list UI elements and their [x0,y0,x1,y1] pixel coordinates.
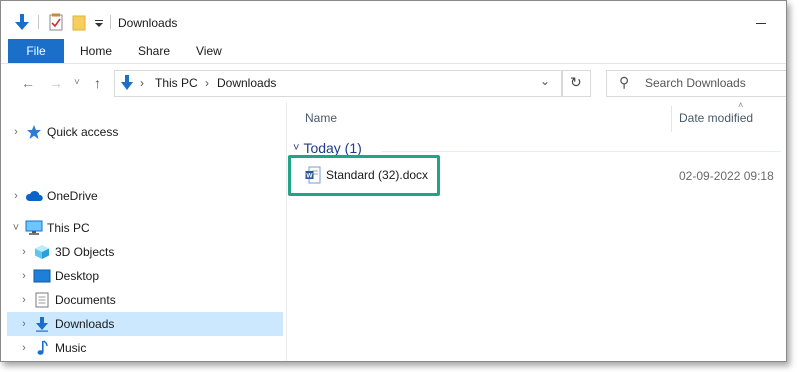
star-icon [25,124,43,140]
breadcrumb-separator-icon: › [140,76,144,90]
tree-item-quick-access[interactable]: › Quick access [7,120,283,144]
properties-icon[interactable] [48,13,64,31]
chevron-down-icon[interactable]: ˅ [7,222,25,234]
search-icon: ⚲ [619,74,630,90]
back-arrow-icon[interactable]: ← [21,75,35,91]
chevron-down-icon[interactable]: ⌄ [540,74,550,88]
computer-icon [25,220,43,236]
chevron-down-icon: ˅ [293,142,300,154]
tree-item-music[interactable]: › Music [15,336,283,360]
chevron-right-icon[interactable]: › [15,270,33,282]
tree-item-label: OneDrive [47,189,98,203]
group-header-today[interactable]: ˅ Today (1) [293,140,362,156]
download-arrow-icon [120,74,134,95]
search-box[interactable]: ⚲ Search Downloads [606,70,786,97]
chevron-right-icon[interactable]: › [15,318,33,330]
minimize-button[interactable] [756,23,766,24]
chevron-right-icon[interactable]: › [15,342,33,354]
up-arrow-icon[interactable]: ↑ [94,75,101,91]
recent-locations-chevron-icon[interactable]: ˅ [74,77,80,88]
breadcrumb-downloads[interactable]: Downloads [217,76,276,90]
tab-file[interactable]: File [8,39,64,63]
chevron-right-icon[interactable]: › [7,190,25,202]
navigation-bar: ← → ˅ ↑ › This PC › Downloads ⌄ ↻ ⚲ Sear… [1,64,786,102]
tree-item-desktop[interactable]: › Desktop [15,264,283,288]
explorer-window: Downloads File Home Share View ← → ˅ ↑ ›… [0,0,787,362]
breadcrumb-this-pc[interactable]: This PC [155,76,198,90]
tree-item-3d-objects[interactable]: › 3D Objects [15,240,283,264]
tab-share[interactable]: Share [138,44,170,58]
desktop-icon [33,268,51,284]
tab-home[interactable]: Home [80,44,112,58]
customize-toolbar-icon[interactable] [94,13,104,31]
search-input[interactable]: Search Downloads [645,76,746,90]
tree-item-onedrive[interactable]: › OneDrive [7,184,283,208]
tree-item-this-pc[interactable]: ˅ This PC [7,216,283,240]
file-list-pane: Name ˄ Date modified ˅ Today (1) W Stand… [287,100,786,361]
highlight-box [288,155,440,196]
address-bar[interactable]: › This PC › Downloads ⌄ [114,70,562,97]
refresh-button[interactable]: ↻ [562,70,591,97]
column-header-date-modified[interactable]: Date modified [679,111,753,125]
tree-item-label: This PC [47,221,90,235]
download-arrow-icon [33,316,51,332]
chevron-right-icon[interactable]: › [15,294,33,306]
tree-item-label: Desktop [55,269,100,283]
music-note-icon [33,340,51,356]
tree-item-label: Quick access [47,125,119,139]
title-bar: Downloads [1,1,786,39]
tree-item-documents[interactable]: › Documents [15,288,283,312]
cube-icon [33,244,51,260]
new-folder-icon[interactable] [72,13,86,31]
refresh-icon: ↻ [570,74,582,90]
column-header-name[interactable]: Name [305,111,337,125]
tree-item-downloads[interactable]: › Downloads [7,312,283,336]
group-divider [381,151,781,152]
column-divider[interactable] [671,106,672,132]
tree-item-label: 3D Objects [55,245,115,259]
document-icon [33,292,51,308]
tree-item-label: Music [55,341,87,355]
chevron-right-icon[interactable]: › [15,246,33,258]
breadcrumb-separator-icon: › [205,76,209,90]
title-divider [110,15,111,29]
tree-item-label: Documents [55,293,116,307]
group-label: Today (1) [303,140,362,156]
cloud-icon [25,188,43,204]
download-arrow-icon[interactable] [14,13,30,31]
ribbon-tabs: File Home Share View [1,39,786,64]
tree-item-label: Downloads [55,317,115,331]
toolbar-divider [38,15,39,29]
file-date-modified: 02-09-2022 09:18 [679,169,774,183]
chevron-right-icon[interactable]: › [7,126,25,138]
navigation-pane: › Quick access › OneDrive ˅ This PC › 3D… [1,102,287,361]
forward-arrow-icon[interactable]: → [49,75,63,91]
sort-chevron-icon: ˄ [738,100,744,110]
tab-view[interactable]: View [196,44,222,58]
window-title: Downloads [118,16,178,30]
